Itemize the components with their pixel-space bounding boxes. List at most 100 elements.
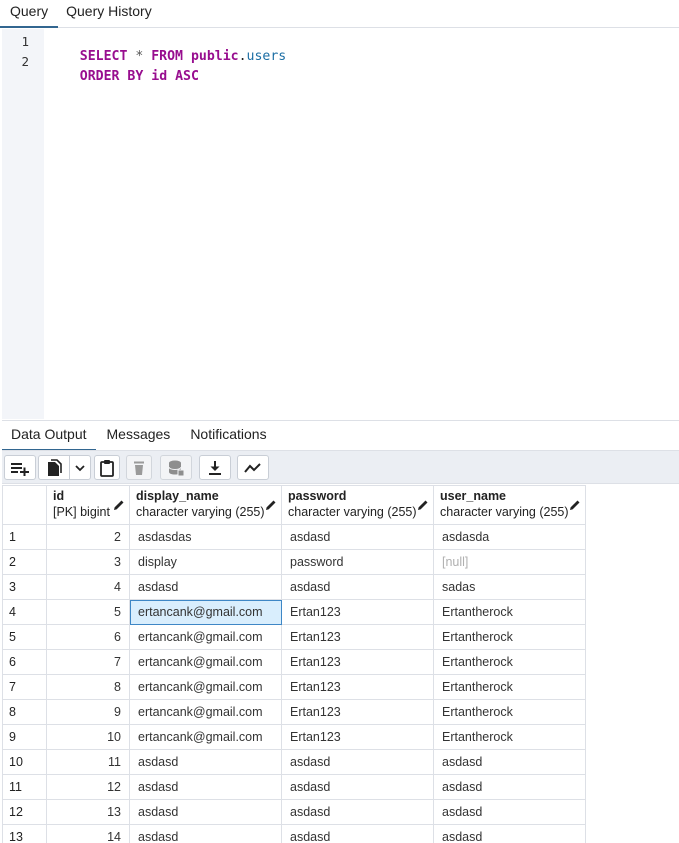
cell-id[interactable]: 8 xyxy=(46,674,130,700)
cell-display-name[interactable]: ertancank@gmail.com xyxy=(129,624,282,650)
cell-display-name[interactable]: ertancank@gmail.com xyxy=(129,599,282,625)
row-number-cell[interactable]: 7 xyxy=(2,674,47,700)
table-row[interactable]: 8 9 ertancank@gmail.com Ertan123 Ertantheroc… xyxy=(2,699,586,725)
cell-password[interactable]: Ertan123 xyxy=(281,699,434,725)
cell-user-name[interactable]: asdasd xyxy=(433,799,586,825)
row-number-cell[interactable]: 11 xyxy=(2,774,47,800)
paste-button[interactable] xyxy=(94,455,120,480)
copy-options-dropdown[interactable] xyxy=(69,455,91,480)
cell-password[interactable]: Ertan123 xyxy=(281,599,434,625)
cell-id[interactable]: 13 xyxy=(46,799,130,825)
table-row[interactable]: 12 13 asdasd asdasd asdasd xyxy=(2,799,586,825)
cell-display-name[interactable]: asdasdas xyxy=(129,524,282,550)
table-row[interactable]: 2 3 display password [null] xyxy=(2,549,586,575)
row-number-cell[interactable]: 8 xyxy=(2,699,47,725)
cell-user-name[interactable]: Ertantherock xyxy=(433,699,586,725)
cell-user-name[interactable]: Ertantherock xyxy=(433,674,586,700)
row-number-cell[interactable]: 9 xyxy=(2,724,47,750)
column-header-user-name[interactable]: user_name character varying (255) xyxy=(433,485,586,525)
tab-data-output[interactable]: Data Output xyxy=(2,421,96,451)
table-row[interactable]: 7 8 ertancank@gmail.com Ertan123 Ertantheroc… xyxy=(2,674,586,700)
cell-password[interactable]: asdasd xyxy=(281,749,434,775)
cell-display-name[interactable]: ertancank@gmail.com xyxy=(129,649,282,675)
copy-button[interactable] xyxy=(38,455,70,480)
cell-password[interactable]: password xyxy=(281,549,434,575)
pencil-icon[interactable] xyxy=(265,499,277,511)
save-data-button[interactable] xyxy=(160,455,192,480)
table-row[interactable]: 6 7 ertancank@gmail.com Ertan123 Ertantheroc… xyxy=(2,649,586,675)
cell-display-name[interactable]: display xyxy=(129,549,282,575)
cell-id[interactable]: 9 xyxy=(46,699,130,725)
tab-notifications[interactable]: Notifications xyxy=(181,421,275,451)
cell-id[interactable]: 14 xyxy=(46,824,130,843)
cell-display-name[interactable]: ertancank@gmail.com xyxy=(129,724,282,750)
table-row[interactable]: 5 6 ertancank@gmail.com Ertan123 Ertantheroc… xyxy=(2,624,586,650)
cell-password[interactable]: Ertan123 xyxy=(281,624,434,650)
pencil-icon[interactable] xyxy=(417,499,429,511)
cell-id[interactable]: 2 xyxy=(46,524,130,550)
cell-id[interactable]: 10 xyxy=(46,724,130,750)
code-line[interactable]: ORDER BY id ASC xyxy=(48,54,199,99)
delete-row-button[interactable] xyxy=(126,455,152,480)
row-number-cell[interactable]: 10 xyxy=(2,749,47,775)
cell-user-name[interactable]: asdasd xyxy=(433,824,586,843)
tab-query-history[interactable]: Query History xyxy=(59,0,159,28)
table-row[interactable]: 3 4 asdasd asdasd sadas xyxy=(2,574,586,600)
row-number-cell[interactable]: 4 xyxy=(2,599,47,625)
cell-user-name[interactable]: asdasd xyxy=(433,749,586,775)
tab-query[interactable]: Query xyxy=(0,0,59,28)
cell-password[interactable]: asdasd xyxy=(281,824,434,843)
cell-display-name[interactable]: ertancank@gmail.com xyxy=(129,674,282,700)
cell-display-name[interactable]: ertancank@gmail.com xyxy=(129,699,282,725)
cell-id[interactable]: 11 xyxy=(46,749,130,775)
sql-editor[interactable]: 1 2 SELECT * FROM public.users ORDER BY … xyxy=(2,29,679,419)
table-row[interactable]: 11 12 asdasd asdasd asdasd xyxy=(2,774,586,800)
pencil-icon[interactable] xyxy=(569,499,581,511)
cell-user-name[interactable]: [null] xyxy=(433,549,586,575)
row-number-cell[interactable]: 2 xyxy=(2,549,47,575)
row-number-cell[interactable]: 1 xyxy=(2,524,47,550)
cell-password[interactable]: asdasd xyxy=(281,574,434,600)
cell-password[interactable]: asdasd xyxy=(281,799,434,825)
cell-password[interactable]: asdasd xyxy=(281,774,434,800)
row-number-cell[interactable]: 5 xyxy=(2,624,47,650)
cell-user-name[interactable]: Ertantherock xyxy=(433,599,586,625)
cell-id[interactable]: 5 xyxy=(46,599,130,625)
cell-user-name[interactable]: Ertantherock xyxy=(433,724,586,750)
column-header-display-name[interactable]: display_name character varying (255) xyxy=(129,485,282,525)
graph-visualiser-button[interactable] xyxy=(237,455,269,480)
row-number-cell[interactable]: 6 xyxy=(2,649,47,675)
cell-user-name[interactable]: Ertantherock xyxy=(433,624,586,650)
cell-display-name[interactable]: asdasd xyxy=(129,749,282,775)
cell-display-name[interactable]: asdasd xyxy=(129,799,282,825)
cell-display-name[interactable]: asdasd xyxy=(129,574,282,600)
cell-id[interactable]: 6 xyxy=(46,624,130,650)
cell-id[interactable]: 3 xyxy=(46,549,130,575)
table-row[interactable]: 4 5 ertancank@gmail.com Ertan123 Ertantheroc… xyxy=(2,599,586,625)
add-row-button[interactable] xyxy=(4,455,36,480)
cell-id[interactable]: 7 xyxy=(46,649,130,675)
cell-user-name[interactable]: Ertantherock xyxy=(433,649,586,675)
cell-display-name[interactable]: asdasd xyxy=(129,774,282,800)
cell-password[interactable]: Ertan123 xyxy=(281,724,434,750)
row-number-cell[interactable]: 13 xyxy=(2,824,47,843)
cell-password[interactable]: Ertan123 xyxy=(281,674,434,700)
table-row[interactable]: 9 10 ertancank@gmail.com Ertan123 Ertanthero… xyxy=(2,724,586,750)
cell-id[interactable]: 12 xyxy=(46,774,130,800)
column-header-id[interactable]: id [PK] bigint xyxy=(46,485,130,525)
table-row[interactable]: 1 2 asdasdas asdasd asdasda xyxy=(2,524,586,550)
cell-user-name[interactable]: sadas xyxy=(433,574,586,600)
row-number-cell[interactable]: 3 xyxy=(2,574,47,600)
download-button[interactable] xyxy=(199,455,231,480)
cell-password[interactable]: asdasd xyxy=(281,524,434,550)
row-number-cell[interactable]: 12 xyxy=(2,799,47,825)
cell-user-name[interactable]: asdasda xyxy=(433,524,586,550)
cell-display-name[interactable]: asdasd xyxy=(129,824,282,843)
cell-id[interactable]: 4 xyxy=(46,574,130,600)
cell-password[interactable]: Ertan123 xyxy=(281,649,434,675)
table-row[interactable]: 10 11 asdasd asdasd asdasd xyxy=(2,749,586,775)
column-header-password[interactable]: password character varying (255) xyxy=(281,485,434,525)
pencil-icon[interactable] xyxy=(113,499,125,511)
tab-messages[interactable]: Messages xyxy=(98,421,180,451)
table-row[interactable]: 13 14 asdasd asdasd asdasd xyxy=(2,824,586,843)
